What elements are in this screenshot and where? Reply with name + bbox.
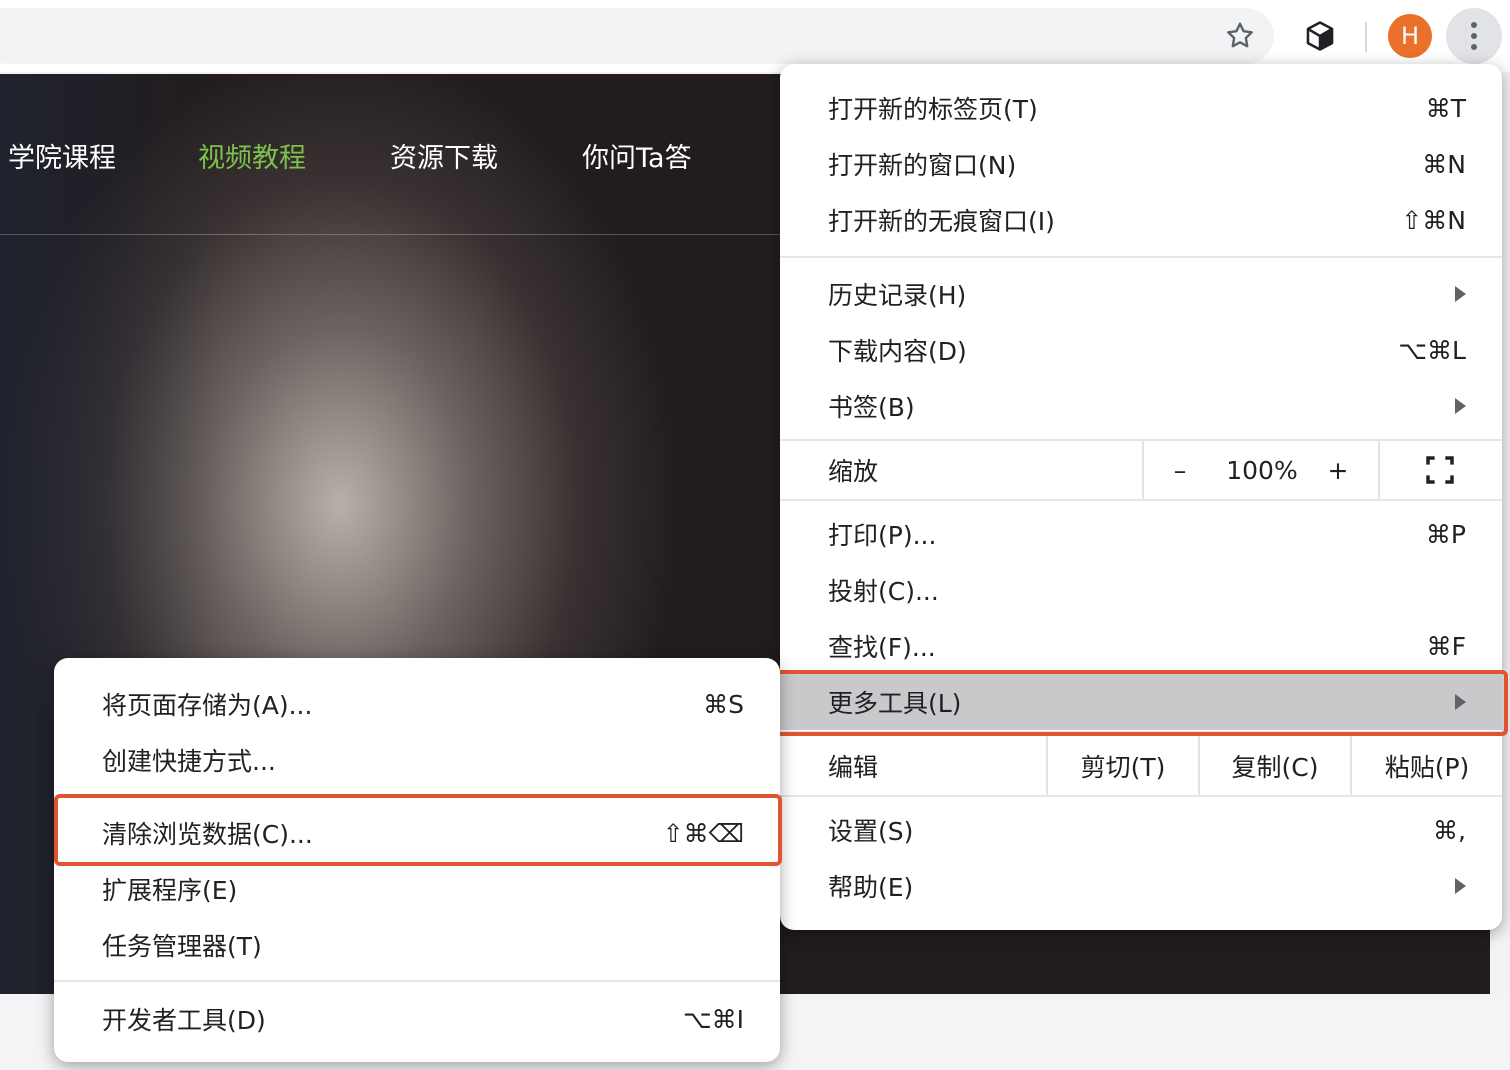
submenu-item-create-shortcut[interactable]: 创建快捷方式...	[54, 732, 780, 788]
menu-item-history[interactable]: 历史记录(H)	[780, 266, 1502, 322]
avatar-letter: H	[1400, 22, 1420, 50]
submenu-item-dev-tools[interactable]: 开发者工具(D) ⌥⌘I	[54, 991, 780, 1047]
menu-separator	[780, 439, 1502, 441]
nav-item-videos[interactable]: 视频教程	[198, 136, 306, 175]
avatar[interactable]: H	[1388, 14, 1432, 58]
chevron-right-icon	[1455, 286, 1466, 302]
menu-separator	[780, 499, 1502, 501]
zoom-level: 100%	[1226, 455, 1298, 485]
submenu-item-task-manager[interactable]: 任务管理器(T)	[54, 917, 780, 973]
fullscreen-icon[interactable]	[1412, 442, 1468, 498]
cut-button[interactable]: 剪切(T)	[1048, 738, 1198, 794]
menu-item-bookmarks[interactable]: 书签(B)	[780, 378, 1502, 434]
zoom-in-button[interactable]: +	[1318, 442, 1358, 498]
menu-item-settings[interactable]: 设置(S) ⌘,	[780, 802, 1502, 858]
highlight-clear-data	[54, 794, 782, 866]
address-bar[interactable]	[0, 8, 1274, 64]
nav-item-downloads[interactable]: 资源下载	[390, 136, 498, 175]
chevron-right-icon	[1455, 398, 1466, 414]
highlight-more-tools	[774, 670, 1508, 736]
zoom-out-button[interactable]: –	[1160, 442, 1200, 498]
menu-item-find[interactable]: 查找(F)... ⌘F	[780, 618, 1502, 674]
toolbar-divider	[1365, 22, 1367, 52]
menu-separator	[780, 795, 1502, 797]
menu-item-zoom: 缩放	[828, 457, 879, 486]
submenu-item-extensions[interactable]: 扩展程序(E)	[54, 861, 780, 917]
copy-button[interactable]: 复制(C)	[1200, 738, 1350, 794]
browser-main-menu: 打开新的标签页(T) ⌘T 打开新的窗口(N) ⌘N 打开新的无痕窗口(I) ⇧…	[780, 64, 1502, 930]
menu-item-print[interactable]: 打印(P)... ⌘P	[780, 506, 1502, 562]
cube-icon[interactable]	[1298, 14, 1342, 58]
menu-separator	[780, 256, 1502, 258]
menu-separator	[54, 980, 780, 982]
nav-item-courses[interactable]: 学院课程	[8, 136, 116, 175]
menu-item-help[interactable]: 帮助(E)	[780, 858, 1502, 914]
submenu-item-save-page[interactable]: 将页面存储为(A)... ⌘S	[54, 676, 780, 732]
chevron-right-icon	[1455, 878, 1466, 894]
nav-item-qa[interactable]: 你问Ta答	[582, 136, 692, 175]
kebab-icon[interactable]	[1446, 8, 1502, 64]
menu-item-new-incognito[interactable]: 打开新的无痕窗口(I) ⇧⌘N	[780, 192, 1502, 248]
menu-item-new-window[interactable]: 打开新的窗口(N) ⌘N	[780, 136, 1502, 192]
menu-item-downloads[interactable]: 下载内容(D) ⌥⌘L	[780, 322, 1502, 378]
site-nav: 学院课程 视频教程 资源下载 你问Ta答	[0, 74, 780, 235]
paste-button[interactable]: 粘贴(P)	[1352, 738, 1502, 794]
menu-item-cast[interactable]: 投射(C)...	[780, 562, 1502, 618]
star-icon[interactable]	[1218, 14, 1262, 58]
browser-toolbar: H	[0, 0, 1510, 72]
menu-item-new-tab[interactable]: 打开新的标签页(T) ⌘T	[780, 80, 1502, 136]
